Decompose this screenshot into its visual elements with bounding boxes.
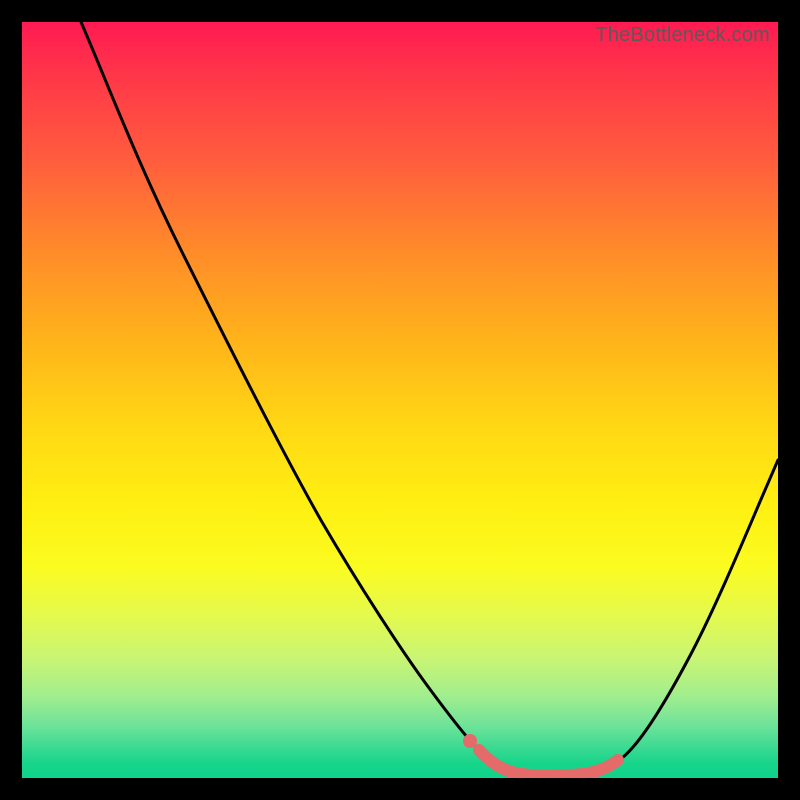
optimal-highlight: [479, 750, 618, 776]
chart-canvas: TheBottleneck.com: [0, 0, 800, 800]
watermark-text: TheBottleneck.com: [595, 24, 770, 47]
bottleneck-curve: [81, 22, 778, 777]
marker-dot: [463, 734, 477, 748]
plot-area: TheBottleneck.com: [22, 22, 778, 778]
curve-layer: [22, 22, 778, 778]
